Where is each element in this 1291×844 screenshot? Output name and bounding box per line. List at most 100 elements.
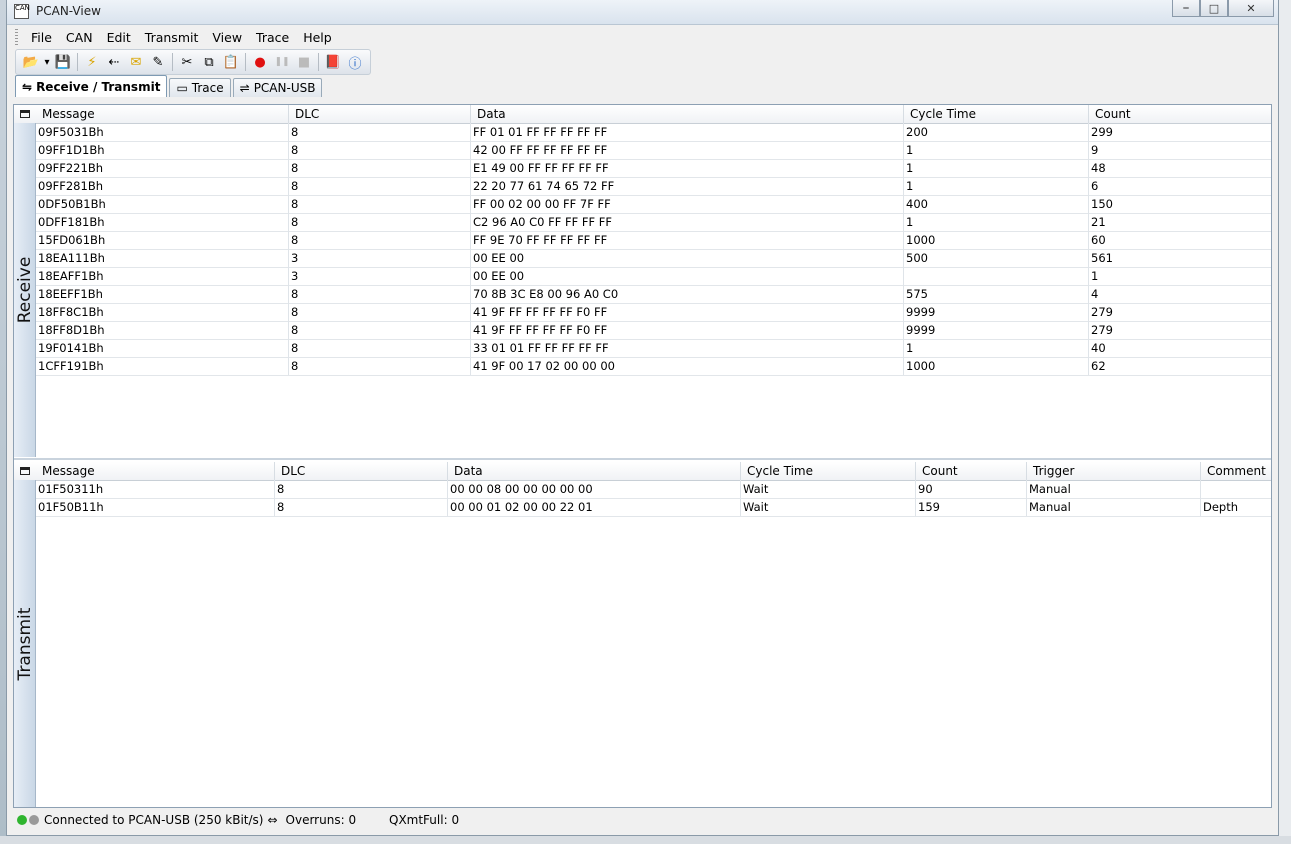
receive-table-row[interactable]: 09FF221Bh 8 E1 49 00 FF FF FF FF FF 1 48: [36, 159, 1271, 178]
receive-col-data[interactable]: Data: [470, 105, 903, 123]
tab-label: Receive / Transmit: [36, 79, 161, 94]
disconnect-button[interactable]: ⇠: [103, 52, 125, 72]
tab-receive-transmit[interactable]: ⇋ Receive / Transmit: [15, 75, 168, 97]
dropdown-arrow-icon: ▾: [44, 56, 50, 68]
record-icon: ●: [254, 54, 266, 70]
save-button[interactable]: 💾: [52, 52, 74, 72]
transmit-table-row[interactable]: 01F50311h 8 00 00 08 00 00 00 00 00 Wait 90 M…: [36, 480, 1271, 499]
menu-bar: File CAN Edit Transmit View Trace Help: [7, 25, 1278, 49]
desktop-background-bottom: [0, 836, 1291, 844]
receive-cell-data: 33 01 01 FF FF FF FF FF: [470, 339, 903, 357]
receive-cell-data: 22 20 77 61 74 65 72 FF: [470, 177, 903, 195]
menu-edit[interactable]: Edit: [100, 30, 138, 45]
record-button[interactable]: ●: [249, 52, 271, 72]
transmit-cell-trigger: Manual: [1026, 480, 1200, 498]
receive-col-dlc[interactable]: DLC: [288, 105, 470, 123]
receive-col-cycle-time[interactable]: Cycle Time: [903, 105, 1088, 123]
receive-cell-cycle-time: 400: [903, 195, 1088, 213]
tab-trace[interactable]: ▭ Trace: [169, 78, 231, 97]
receive-table-row[interactable]: 18EEFF1Bh 8 70 8B 3C E8 00 96 A0 C0 575 4: [36, 285, 1271, 304]
overruns-text: Overruns: 0: [285, 813, 357, 827]
receive-table-row[interactable]: 19F0141Bh 8 33 01 01 FF FF FF FF FF 1 40: [36, 339, 1271, 358]
transmit-column-chooser[interactable]: [14, 462, 36, 481]
column-chooser-icon: [20, 467, 30, 475]
menu-can[interactable]: CAN: [59, 30, 100, 45]
transmit-col-cycle-time[interactable]: Cycle Time: [740, 462, 915, 480]
receive-cell-data: 41 9F FF FF FF FF F0 FF: [470, 303, 903, 321]
paste-button[interactable]: 📋: [220, 52, 242, 72]
receive-cell-dlc: 8: [288, 141, 470, 159]
receive-table-row[interactable]: 09FF281Bh 8 22 20 77 61 74 65 72 FF 1 6: [36, 177, 1271, 196]
splitter[interactable]: [14, 458, 1271, 460]
receive-cell-count: 279: [1088, 321, 1273, 339]
transmit-col-dlc[interactable]: DLC: [274, 462, 447, 480]
receive-table-row[interactable]: 15FD061Bh 8 FF 9E 70 FF FF FF FF FF 1000 60: [36, 231, 1271, 250]
menu-view[interactable]: View: [205, 30, 249, 45]
close-button[interactable]: ✕: [1228, 0, 1274, 17]
transmit-cell-count: 90: [915, 480, 1026, 498]
menu-file[interactable]: File: [24, 30, 59, 45]
receive-table-row[interactable]: 18FF8C1Bh 8 41 9F FF FF FF FF F0 FF 9999 279: [36, 303, 1271, 322]
receive-cell-count: 62: [1088, 357, 1273, 375]
transmit-table-row[interactable]: 01F50B11h 8 00 00 01 02 00 00 22 01 Wait 159…: [36, 498, 1271, 517]
pause-button[interactable]: ❚❚: [271, 52, 293, 72]
help-book-button[interactable]: 📕: [322, 52, 344, 72]
receive-cell-message: 18EAFF1Bh: [38, 269, 104, 283]
receive-cell-message: 09F5031Bh: [38, 125, 104, 139]
transmit-col-count[interactable]: Count: [915, 462, 1026, 480]
stop-button[interactable]: ■: [293, 52, 315, 72]
info-button[interactable]: ⓘ: [344, 52, 366, 72]
cut-button[interactable]: ✂: [176, 52, 198, 72]
transmit-col-data[interactable]: Data: [447, 462, 740, 480]
receive-cell-dlc: 3: [288, 249, 470, 267]
transmit-cell-comment: Depth: [1200, 498, 1273, 516]
transmit-col-trigger[interactable]: Trigger: [1026, 462, 1200, 480]
receive-cell-cycle-time: 1: [903, 141, 1088, 159]
receive-cell-count: 561: [1088, 249, 1273, 267]
receive-table-row[interactable]: 1CFF191Bh 8 41 9F 00 17 02 00 00 00 1000 62: [36, 357, 1271, 376]
receive-table-row[interactable]: 18EA111Bh 3 00 EE 00 500 561: [36, 249, 1271, 268]
edit-message-button[interactable]: ✎: [147, 52, 169, 72]
receive-cell-message: 18FF8C1Bh: [38, 305, 104, 319]
status-qxmtfull: QXmtFull: 0: [389, 811, 459, 829]
receive-header: Message DLC Data Cycle Time Count: [36, 105, 1271, 124]
receive-table-row[interactable]: 09F5031Bh 8 FF 01 01 FF FF FF FF FF 200 299: [36, 123, 1271, 142]
minimize-button[interactable]: ⎯: [1172, 0, 1200, 17]
receive-cell-dlc: 8: [288, 357, 470, 375]
connect-button[interactable]: ⚡: [81, 52, 103, 72]
app-icon-text: CAN: [15, 4, 30, 12]
maximize-button[interactable]: □: [1200, 0, 1228, 17]
new-message-button[interactable]: ✉: [125, 52, 147, 72]
open-folder-button[interactable]: 📂: [20, 52, 42, 72]
transmit-cell-message: 01F50B11h: [38, 500, 104, 514]
receive-cell-dlc: 3: [288, 267, 470, 285]
menu-grip-icon[interactable]: [15, 29, 18, 45]
receive-table-row[interactable]: 18EAFF1Bh 3 00 EE 00 1: [36, 267, 1271, 286]
toolbar-separator: [318, 53, 319, 71]
receive-column-chooser[interactable]: [14, 105, 36, 124]
receive-cell-count: 299: [1088, 123, 1273, 141]
receive-table-row[interactable]: 09FF1D1Bh 8 42 00 FF FF FF FF FF FF 1 9: [36, 141, 1271, 160]
menu-help[interactable]: Help: [296, 30, 339, 45]
receive-cell-data: 41 9F FF FF FF FF F0 FF: [470, 321, 903, 339]
receive-cell-message: 18EA111Bh: [38, 251, 105, 265]
menu-transmit[interactable]: Transmit: [138, 30, 206, 45]
receive-cell-message: 09FF221Bh: [38, 161, 103, 175]
disconnect-icon: ⇠: [108, 54, 120, 70]
tab-pcan-usb[interactable]: ⇌ PCAN-USB: [232, 78, 323, 97]
receive-cell-message: 1CFF191Bh: [38, 359, 104, 373]
dropdown-arrow-button[interactable]: ▾: [42, 52, 52, 72]
toolbar-separator: [77, 53, 78, 71]
receive-col-message[interactable]: Message: [36, 105, 288, 123]
transmit-col-message[interactable]: Message: [36, 462, 274, 480]
receive-col-count[interactable]: Count: [1088, 105, 1273, 123]
transmit-col-comment[interactable]: Comment: [1200, 462, 1273, 480]
menu-trace[interactable]: Trace: [249, 30, 296, 45]
transmit-label-text: Transmit: [14, 607, 35, 680]
transmit-cell-comment: [1200, 480, 1273, 498]
receive-table-row[interactable]: 18FF8D1Bh 8 41 9F FF FF FF FF F0 FF 9999 279: [36, 321, 1271, 340]
copy-button[interactable]: ⧉: [198, 52, 220, 72]
receive-table-row[interactable]: 0DF50B1Bh 8 FF 00 02 00 00 FF 7F FF 400 150: [36, 195, 1271, 214]
title-bar[interactable]: CAN PCAN-View ⎯ □ ✕: [7, 0, 1278, 25]
receive-table-row[interactable]: 0DFF181Bh 8 C2 96 A0 C0 FF FF FF FF 1 21: [36, 213, 1271, 232]
